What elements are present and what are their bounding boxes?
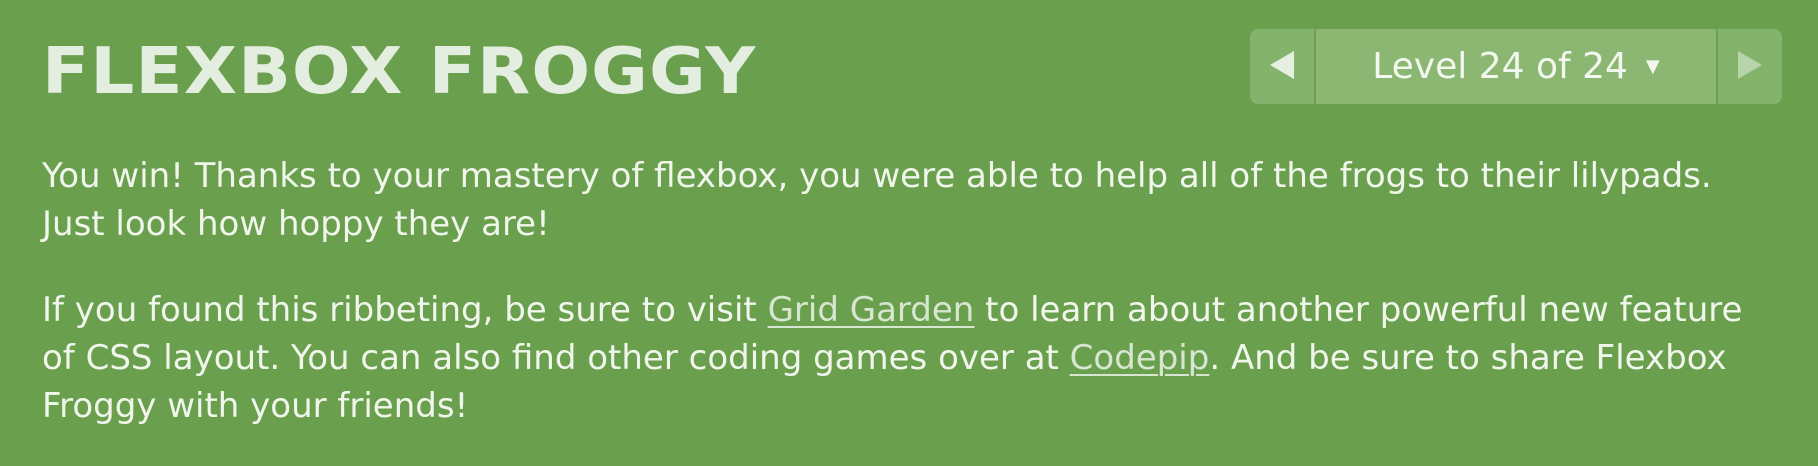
page-title: FLEXBOX FROGGY (42, 35, 757, 109)
game-win-page: FLEXBOX FROGGY Level 24 of 24 ▼ You win!… (0, 0, 1818, 466)
next-level-button[interactable] (1716, 29, 1782, 104)
caret-down-icon: ▼ (1645, 55, 1660, 77)
level-navigation: Level 24 of 24 ▼ (1250, 29, 1782, 104)
codepip-link[interactable]: Codepip (1070, 338, 1210, 378)
promo-paragraph: If you found this ribbeting, be sure to … (42, 286, 1782, 430)
previous-level-button[interactable] (1250, 29, 1316, 104)
triangle-right-icon (1736, 49, 1764, 85)
grid-garden-link[interactable]: Grid Garden (768, 290, 975, 330)
level-selector[interactable]: Level 24 of 24 ▼ (1316, 29, 1716, 104)
triangle-left-icon (1268, 49, 1296, 85)
promo-text-before-grid-garden: If you found this ribbeting, be sure to … (42, 290, 768, 330)
level-label: Level 24 of 24 (1372, 46, 1628, 87)
win-message: You win! Thanks to your mastery of flexb… (42, 152, 1782, 430)
win-paragraph: You win! Thanks to your mastery of flexb… (42, 156, 1712, 244)
